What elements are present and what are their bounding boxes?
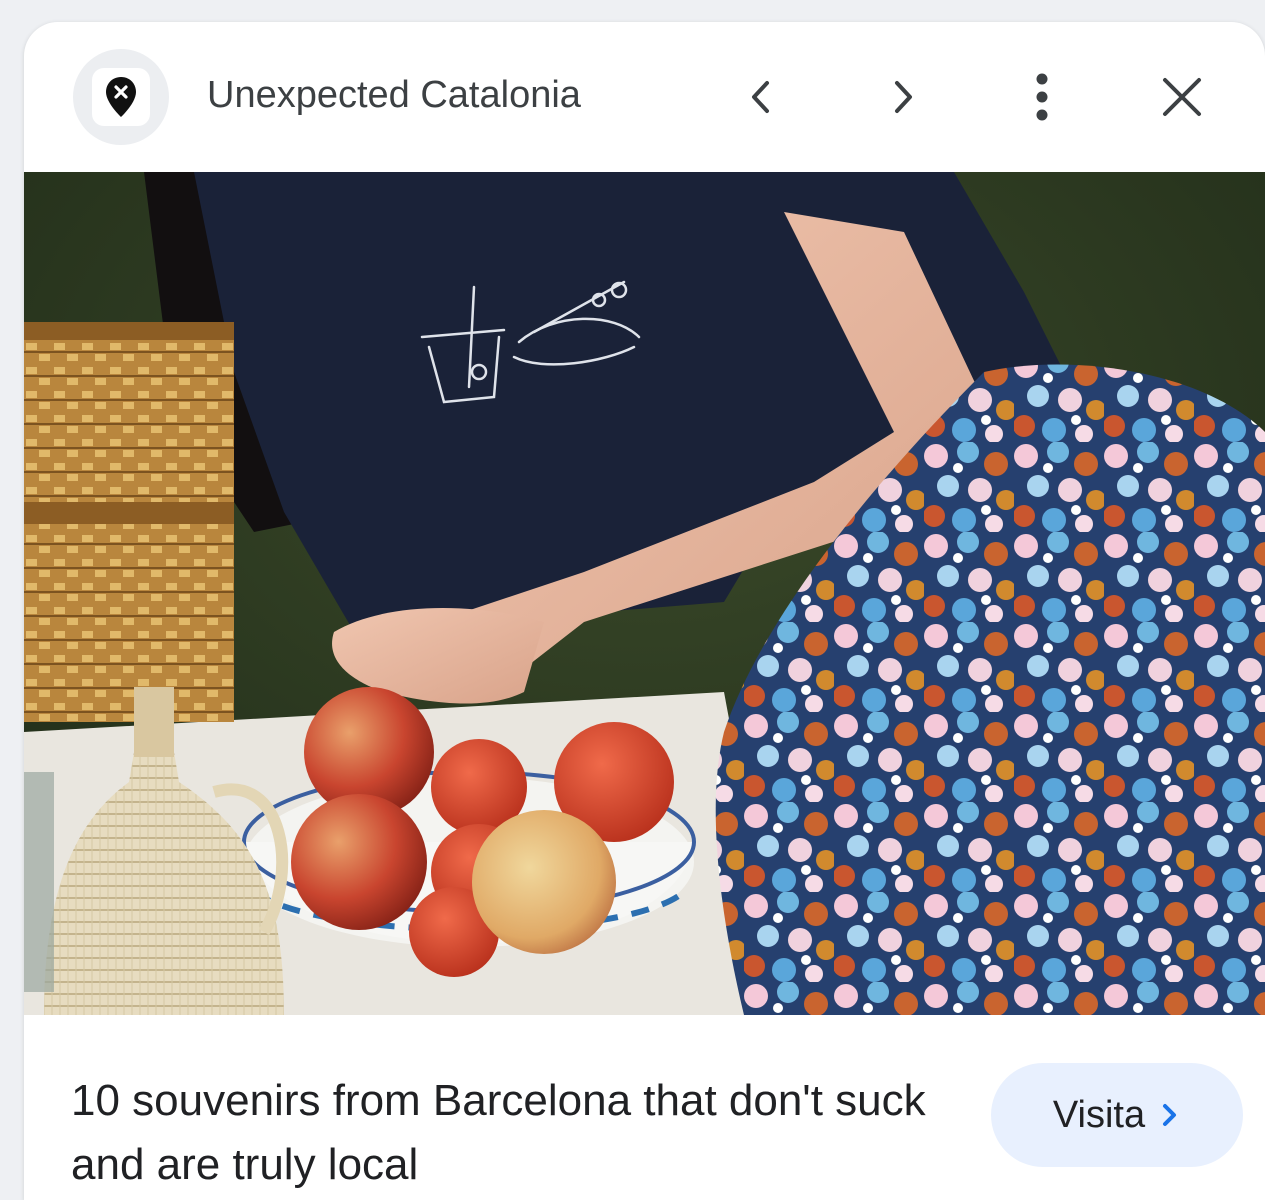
chevron-right-icon <box>1159 1102 1181 1128</box>
preview-header: Unexpected Catalonia <box>24 22 1265 172</box>
visit-button-label: Visita <box>1052 1093 1146 1136</box>
image-preview-panel: Unexpected Catalonia 10 souvenirs from B… <box>24 22 1265 1200</box>
previous-button[interactable] <box>727 62 797 132</box>
chevron-left-icon <box>752 81 769 113</box>
more-options-button[interactable] <box>1007 62 1077 132</box>
map-pin-icon <box>106 77 136 117</box>
picnic-photo <box>24 172 1265 1015</box>
visit-button[interactable]: Visita <box>991 1063 1243 1167</box>
image-title[interactable]: 10 souvenirs from Barcelona that don't s… <box>71 1069 931 1197</box>
close-button[interactable] <box>1147 62 1217 132</box>
site-favicon[interactable] <box>73 49 169 145</box>
preview-image[interactable] <box>24 172 1265 1015</box>
chevron-right-icon <box>895 81 912 113</box>
next-button[interactable] <box>867 62 937 132</box>
more-vert-icon <box>1036 73 1048 121</box>
site-name[interactable]: Unexpected Catalonia <box>207 70 581 120</box>
close-icon <box>1163 78 1201 116</box>
